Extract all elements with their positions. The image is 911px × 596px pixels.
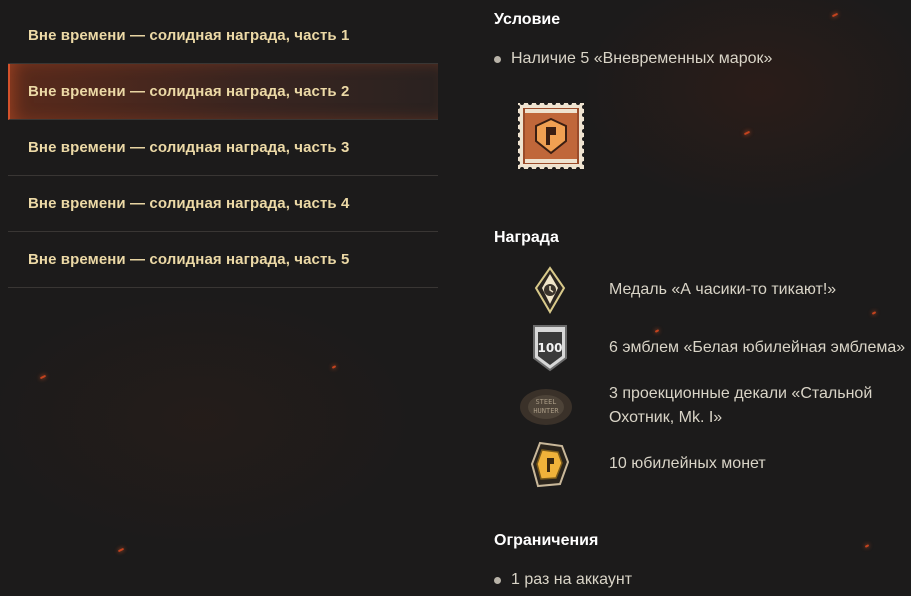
- bullet-dot: [494, 576, 501, 584]
- mission-part-item[interactable]: Вне времени — солидная награда, часть 1: [8, 8, 438, 64]
- timeless-stamp-icon: [516, 101, 586, 171]
- reward-item-text: 10 юбилейных монет: [609, 455, 766, 472]
- reward-heading: Награда: [494, 229, 559, 246]
- svg-text:HUNTER: HUNTER: [533, 407, 559, 415]
- condition-item: Наличие 5 «Вневременных марок»: [494, 50, 772, 68]
- svg-text:100: 100: [537, 341, 562, 355]
- bullet-dot: [494, 55, 501, 63]
- restrictions-heading: Ограничения: [494, 532, 599, 549]
- mission-part-list: Вне времени — солидная награда, часть 1 …: [8, 8, 438, 288]
- mission-part-item[interactable]: Вне времени — солидная награда, часть 3: [8, 120, 438, 176]
- reward-item-text: 3 проекционные декали «Стальной Охотник,…: [609, 385, 873, 426]
- restriction-item-text: 1 раз на аккаунт: [511, 571, 633, 588]
- reward-item-text: Медаль «А часики-то тикают!»: [609, 281, 837, 298]
- mission-part-item[interactable]: Вне времени — солидная награда, часть 4: [8, 176, 438, 232]
- projection-decal-icon: STEEL HUNTER: [520, 389, 572, 425]
- medal-icon: [534, 266, 566, 314]
- restriction-item: 1 раз на аккаунт: [494, 571, 632, 589]
- anniversary-coin-icon: [530, 441, 570, 488]
- mission-part-item[interactable]: Вне времени — солидная награда, часть 5: [8, 232, 438, 288]
- svg-text:STEEL: STEEL: [535, 398, 556, 406]
- anniversary-emblem-icon: 100: [533, 325, 567, 372]
- condition-item-text: Наличие 5 «Вневременных марок»: [511, 50, 773, 67]
- condition-heading: Условие: [494, 11, 561, 28]
- mission-part-item-active[interactable]: Вне времени — солидная награда, часть 2: [8, 64, 438, 120]
- reward-item-text: 6 эмблем «Белая юбилейная эмблема»: [609, 339, 906, 356]
